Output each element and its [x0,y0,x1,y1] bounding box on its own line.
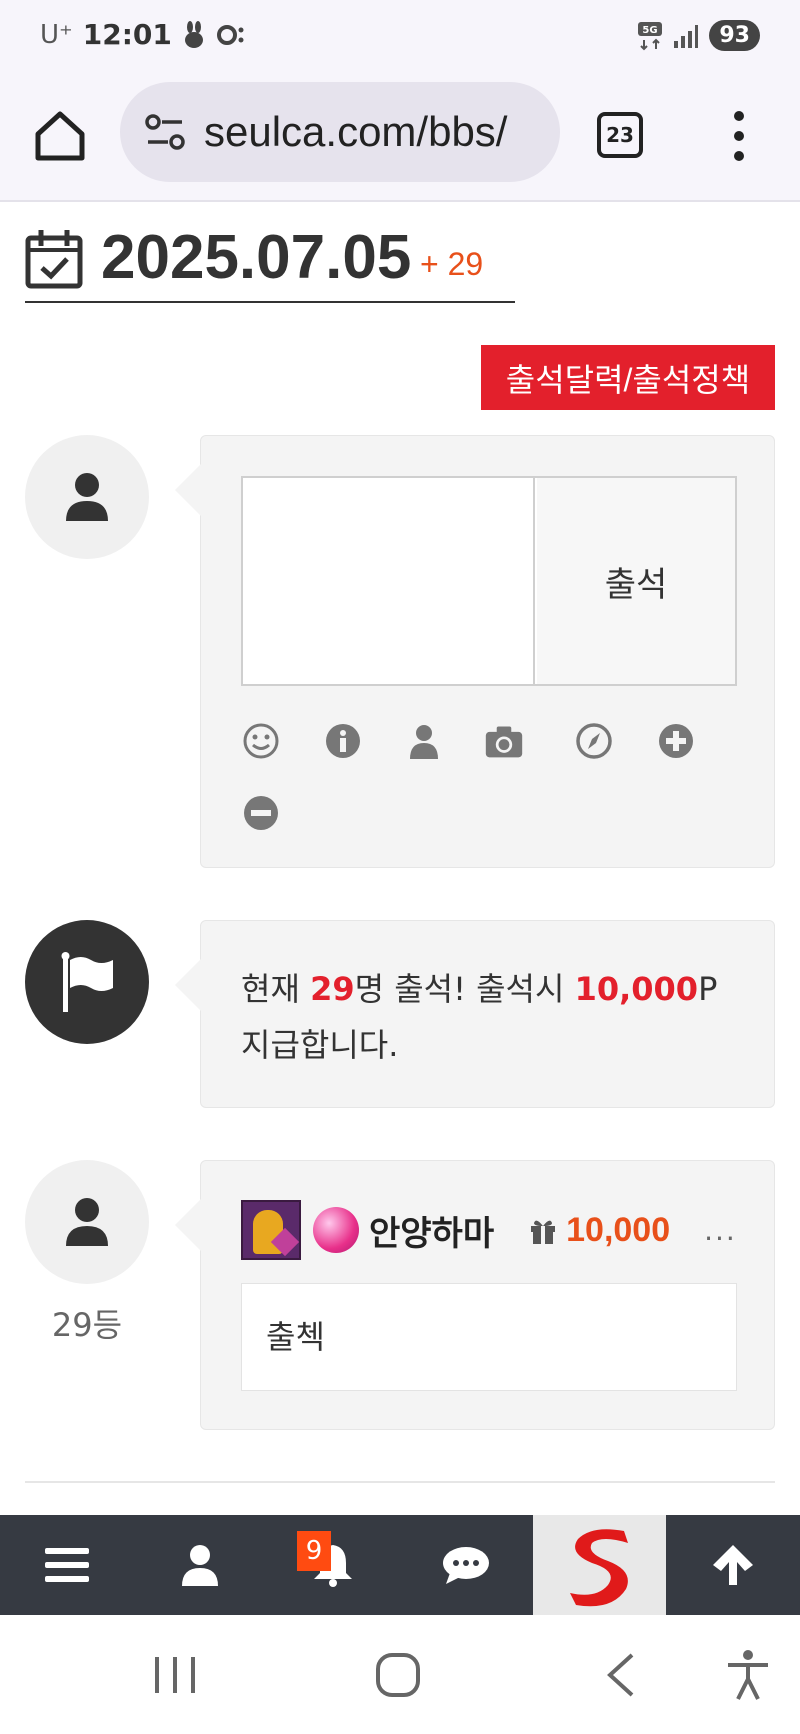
more-options-button[interactable]: ... [704,1214,737,1247]
attendance-policy-button[interactable]: 출석달력/출석정책 [481,345,775,410]
comment-input-wrapper: 출석 [241,476,737,686]
nav-chat-button[interactable] [399,1515,532,1615]
address-bar[interactable]: seulca.com/bbs/ [120,82,560,182]
user-icon[interactable] [404,721,444,761]
gift-icon [531,1220,556,1244]
svg-text:5G: 5G [643,25,658,36]
compass-icon[interactable] [574,721,614,761]
url-text: seulca.com/bbs/ [204,108,508,155]
attendance-rank: 29등 [51,1306,123,1344]
entry-avatar [25,1160,149,1284]
entry-comment: 출첵 [241,1283,737,1391]
divider [25,1481,775,1483]
attendance-form: 출석 [175,435,775,868]
rabbit-icon [184,20,203,48]
attendance-comment-input[interactable] [243,478,535,684]
notice-count: 29 [310,970,355,1008]
smile-icon[interactable] [241,721,281,761]
accessibility-icon[interactable] [718,1645,778,1705]
attendance-notice: 현재 29명 출석! 출석시 10,000P 지급합니다. [175,920,775,1108]
attendance-entry: 안양하마 10,000 ... 출첵 [175,1160,775,1430]
level-badge-icon [313,1207,359,1253]
more-vertical-icon[interactable] [724,108,754,164]
plus-circle-icon[interactable] [656,721,696,761]
entry-header: 안양하마 10,000 ... [241,1199,751,1261]
status-bar: U⁺ 12:01 5G 93 [0,0,800,70]
notice-prefix: 현재 [241,970,311,1008]
avatar [25,435,149,559]
user-thumbnail[interactable] [241,1200,301,1260]
record-icon [216,24,244,45]
tab-switcher-button[interactable]: 23 [597,112,643,158]
nickname[interactable]: 안양하마 [369,1206,494,1255]
user-icon [181,1545,218,1586]
nav-notifications-button[interactable] [266,1515,399,1615]
battery-indicator: 93 [709,20,760,51]
site-logo-icon [569,1529,628,1607]
clock: 12:01 [82,18,172,51]
attendance-count: + 29 [420,246,484,282]
hamburger-icon [44,1548,89,1582]
notice-points: 10,000 [574,970,699,1008]
page-title-date: 2025.07.05 [101,223,412,292]
status-right: 5G 93 [637,20,760,51]
date-header: 2025.07.05 + 29 [25,218,515,303]
minus-circle-icon[interactable] [241,793,281,833]
attend-submit-button[interactable]: 출석 [537,478,735,684]
system-navigation-bar [0,1615,800,1734]
info-icon[interactable] [323,721,363,761]
nav-profile-button[interactable] [133,1515,266,1615]
user-icon [66,1198,108,1246]
browser-toolbar: seulca.com/bbs/ 23 [0,70,800,202]
arrow-up-icon [712,1545,753,1585]
entry-points: 10,000 [566,1210,671,1249]
calendar-check-icon [25,230,83,289]
camera-icon[interactable] [484,721,524,761]
site-settings-icon[interactable] [140,107,190,157]
nav-menu-button[interactable] [0,1515,133,1615]
site-bottom-nav: 9 [0,1515,800,1615]
recent-apps-icon[interactable] [145,1645,205,1705]
notification-badge: 9 [297,1531,331,1571]
network-5g-icon: 5G [638,21,663,50]
home-nav-icon[interactable] [368,1645,428,1705]
status-left: U⁺ 12:01 [40,18,246,51]
carrier-label: U⁺ [40,19,73,50]
flag-icon [61,952,113,1012]
site-logo-button[interactable] [533,1515,666,1615]
chat-bubble-icon [442,1547,489,1584]
signal-icon [674,24,699,48]
notice-avatar [25,920,149,1044]
home-icon[interactable] [30,106,90,166]
scroll-top-button[interactable] [666,1515,799,1615]
back-icon[interactable] [592,1645,652,1705]
user-icon [66,473,108,521]
notice-text: 현재 29명 출석! 출석시 10,000P 지급합니다. [241,961,741,1073]
notice-middle: 명 출석! 출석시 [354,970,575,1008]
